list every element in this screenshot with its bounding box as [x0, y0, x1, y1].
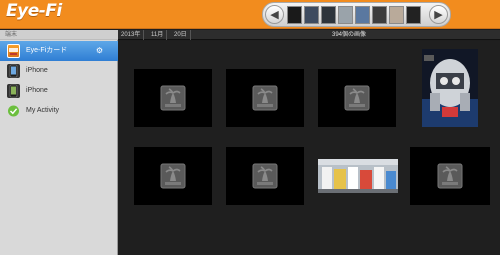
photo-tile-market[interactable] — [318, 159, 398, 193]
sidebar: 端末 Eye-Fiカード ⚙ iPhone iPhone My Activity — [0, 30, 118, 255]
iphone-icon — [7, 84, 20, 98]
iphone-icon — [7, 64, 20, 78]
photo-tile[interactable] — [226, 69, 304, 127]
image-placeholder-icon — [252, 163, 278, 189]
image-placeholder-icon — [344, 85, 370, 111]
sidebar-item-eyefi-card[interactable]: Eye-Fiカード ⚙ — [0, 41, 118, 61]
eye-fi-logo: Eye-Fi — [6, 1, 62, 21]
photo-grid — [118, 41, 500, 255]
strip-thumbnail[interactable] — [338, 6, 353, 24]
sidebar-item-label: iPhone — [26, 67, 48, 74]
gear-icon[interactable]: ⚙ — [96, 41, 103, 61]
image-placeholder-icon — [160, 163, 186, 189]
filter-year[interactable]: 2013年 — [118, 30, 145, 40]
photo-tile[interactable] — [410, 147, 490, 205]
strip-thumbnail[interactable] — [321, 6, 336, 24]
prev-button[interactable]: ◀ — [265, 5, 284, 24]
strip-thumbnail[interactable] — [406, 6, 421, 24]
photo-tile[interactable] — [134, 69, 212, 127]
photo-tile-robot[interactable] — [422, 49, 478, 127]
image-placeholder-icon — [160, 85, 186, 111]
robot-photo — [422, 49, 478, 127]
filter-month[interactable]: 11月 — [148, 30, 168, 40]
next-button[interactable]: ▶ — [429, 5, 448, 24]
market-photo — [318, 159, 398, 193]
sidebar-item-label: Eye-Fiカード — [26, 47, 68, 54]
chevron-right-icon: ▶ — [434, 8, 443, 21]
strip-thumbnail[interactable] — [355, 6, 370, 24]
photo-navigation-bar: ◀ ▶ — [262, 2, 451, 27]
chevron-left-icon: ◀ — [270, 8, 279, 21]
image-placeholder-icon — [437, 163, 463, 189]
photo-tile[interactable] — [134, 147, 212, 205]
eyefi-card-icon — [7, 44, 20, 58]
thumbnail-strip — [287, 6, 427, 24]
image-count: 394個の画像 — [332, 32, 367, 38]
activity-icon — [7, 104, 20, 118]
strip-thumbnail[interactable] — [287, 6, 302, 24]
sidebar-header: 端末 — [0, 30, 118, 40]
photo-tile[interactable] — [226, 147, 304, 205]
strip-thumbnail[interactable] — [304, 6, 319, 24]
strip-thumbnail[interactable] — [389, 6, 404, 24]
app-header: Eye-Fi ◀ ▶ — [0, 0, 500, 29]
image-placeholder-icon — [252, 85, 278, 111]
photo-tile[interactable] — [318, 69, 396, 127]
sidebar-item-label: iPhone — [26, 87, 48, 94]
sidebar-item-iphone[interactable]: iPhone — [0, 61, 118, 81]
sidebar-item-label: My Activity — [26, 107, 60, 114]
strip-thumbnail[interactable] — [372, 6, 387, 24]
filter-day[interactable]: 20日 — [171, 30, 191, 40]
date-filter-bar: 2013年 11月 20日 394個の画像 — [118, 30, 500, 40]
sidebar-item-my-activity[interactable]: My Activity — [0, 101, 118, 121]
sidebar-item-iphone[interactable]: iPhone — [0, 81, 118, 101]
